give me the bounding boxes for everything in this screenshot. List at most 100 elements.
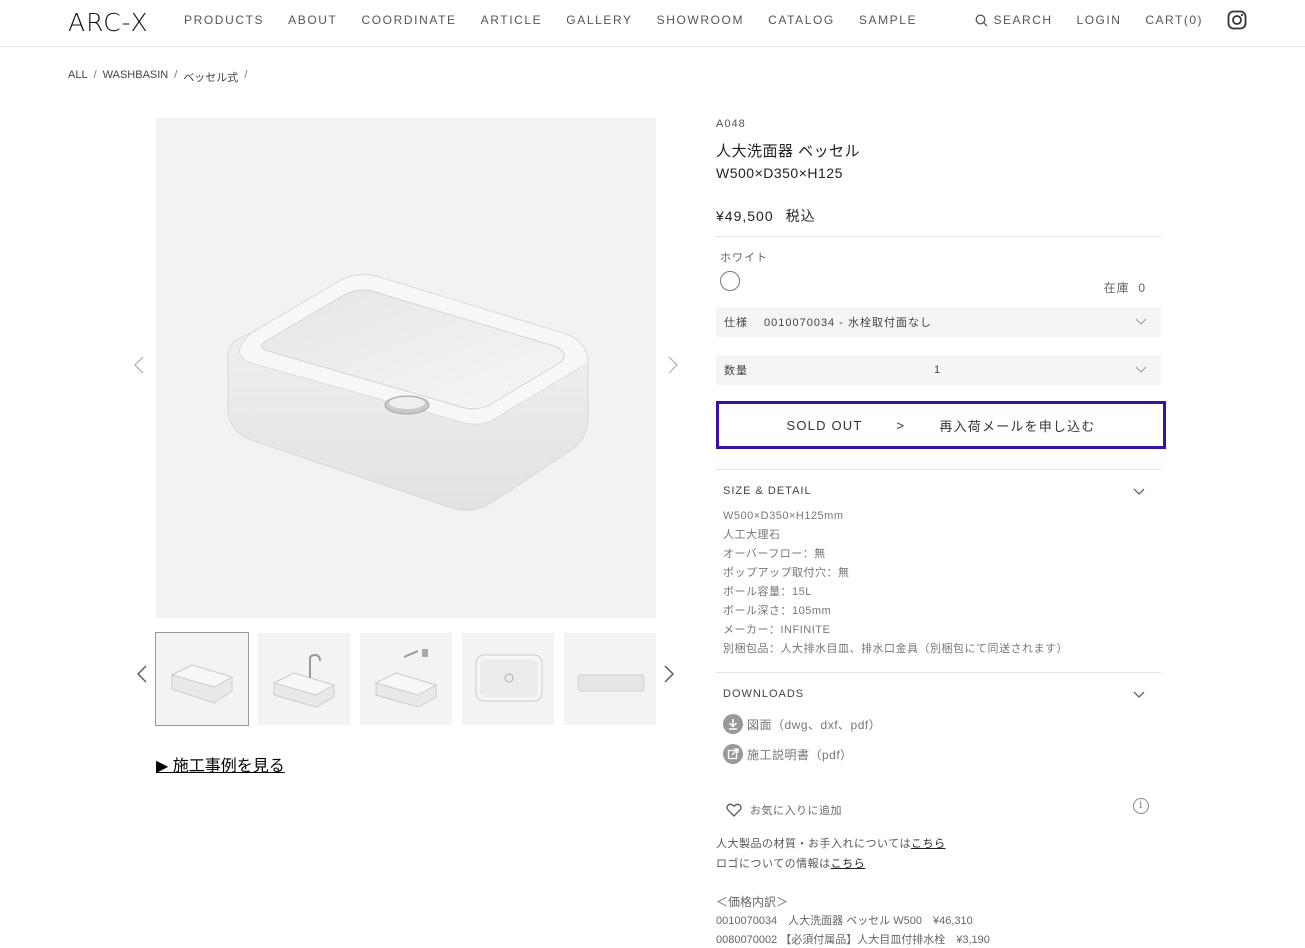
- logo-note: ロゴについての情報はこちら: [716, 854, 1161, 874]
- download-manual-label: 施工説明書（pdf）: [747, 747, 853, 762]
- search-label: SEARCH: [993, 13, 1053, 27]
- chevron-down-icon: [1135, 366, 1147, 373]
- detail-line: オーバーフロー：無: [723, 548, 826, 560]
- info-icon[interactable]: i: [1133, 798, 1149, 814]
- color-row: 在庫 0: [716, 271, 1161, 299]
- site-logo[interactable]: ARC-X: [68, 8, 149, 37]
- thumbnail-prev-arrow[interactable]: [137, 665, 147, 689]
- detail-line: 人工大理石: [723, 529, 781, 541]
- restock-notify-button[interactable]: SOLD OUT > 再入荷メールを申し込む: [716, 401, 1166, 449]
- site-header: ARC-X PRODUCTS ABOUT COORDINATE ARTICLE …: [0, 0, 1305, 47]
- logo-note-link[interactable]: こちら: [831, 858, 866, 870]
- nav-showroom[interactable]: SHOWROOM: [657, 13, 744, 27]
- downloads-toggle[interactable]: DOWNLOADS: [716, 688, 1161, 700]
- downloads-title: DOWNLOADS: [723, 688, 805, 700]
- stock-label: 在庫: [1103, 281, 1130, 295]
- material-note-text: 人大製品の材質・お手入れについては: [716, 838, 911, 850]
- product-main-image[interactable]: [156, 118, 656, 618]
- heart-icon: [726, 803, 742, 817]
- search-icon: [975, 14, 987, 26]
- search-button[interactable]: SEARCH: [975, 13, 1053, 27]
- spec-value: 0010070034 - 水栓取付面なし: [764, 317, 932, 329]
- stock-info: 在庫 0: [1104, 279, 1146, 296]
- size-detail-list: W500×D350×H125mm 人工大理石 オーバーフロー：無 ポップアップ取…: [716, 507, 1161, 659]
- add-favorite-button[interactable]: お気に入りに追加 i: [726, 798, 1161, 818]
- thumbnail-5[interactable]: [564, 633, 656, 725]
- nav-sample[interactable]: SAMPLE: [859, 13, 917, 27]
- washbasin-image: [227, 274, 589, 511]
- thumbnail-3[interactable]: [360, 633, 452, 725]
- breadcrumb-washbasin[interactable]: WASHBASIN: [103, 69, 169, 85]
- breadcrumb-all[interactable]: ALL: [68, 69, 88, 85]
- detail-line: メーカー：INFINITE: [723, 624, 831, 636]
- divider: [716, 672, 1161, 673]
- chevron-down-icon: [1133, 691, 1145, 698]
- header-utilities: SEARCH LOGIN CART(0): [975, 10, 1247, 30]
- price-breakdown-title: ＜価格内訳＞: [716, 895, 789, 909]
- instagram-icon[interactable]: [1227, 10, 1247, 30]
- breadcrumb-vessel[interactable]: ベッセル式: [183, 69, 238, 85]
- cart-link[interactable]: CART(0): [1145, 13, 1203, 27]
- arrow-label: >: [896, 417, 906, 433]
- spec-label: 仕様: [724, 317, 748, 329]
- logo-note-text: ロゴについての情報は: [716, 858, 831, 870]
- product-name: 人大洗面器 ベッセル: [716, 143, 861, 160]
- divider: [716, 236, 1161, 237]
- breadcrumb: ALL / WASHBASIN / ベッセル式 /: [68, 69, 247, 85]
- price-tax-label: 税込: [785, 208, 816, 224]
- download-drawing-link[interactable]: 図面（dwg、dxf、pdf）: [723, 714, 1161, 734]
- main-nav: PRODUCTS ABOUT COORDINATE ARTICLE GALLER…: [184, 13, 941, 27]
- main-image-prev-arrow[interactable]: [134, 356, 144, 380]
- thumbnail-4[interactable]: [462, 633, 554, 725]
- price-breakdown-row: 0010070034 人大洗面器 ベッセル W500 ¥46,310: [716, 915, 973, 927]
- detail-line: ボール深さ：105mm: [723, 605, 832, 617]
- material-note: 人大製品の材質・お手入れについてはこちら: [716, 834, 1161, 854]
- external-link-icon: [723, 744, 743, 764]
- product-size: W500×D350×H125: [716, 165, 843, 181]
- detail-line: W500×D350×H125mm: [723, 510, 844, 522]
- download-manual-link[interactable]: 施工説明書（pdf）: [723, 744, 1161, 764]
- thumbnail-1[interactable]: [155, 632, 249, 726]
- quantity-select[interactable]: 数量 1: [716, 355, 1161, 385]
- chevron-down-icon: [1135, 318, 1147, 325]
- nav-gallery[interactable]: GALLERY: [566, 13, 632, 27]
- material-note-link[interactable]: こちら: [911, 838, 946, 850]
- color-swatch-white[interactable]: [720, 271, 740, 291]
- stock-value: 0: [1138, 281, 1146, 295]
- size-detail-toggle[interactable]: SIZE & DETAIL: [716, 485, 1161, 497]
- product-code: A048: [716, 118, 746, 130]
- login-link[interactable]: LOGIN: [1077, 13, 1122, 27]
- download-icon: [723, 714, 743, 734]
- construction-cases-link[interactable]: ▶ 施工事例を見る: [156, 752, 285, 776]
- price-value: ¥49,500: [716, 208, 774, 224]
- thumbnail-next-arrow[interactable]: [664, 665, 674, 689]
- nav-coordinate[interactable]: COORDINATE: [361, 13, 456, 27]
- main-image-next-arrow[interactable]: [668, 356, 678, 380]
- color-label: ホワイト: [720, 252, 768, 264]
- product-price: ¥49,500 税込: [716, 206, 1161, 226]
- soldout-label: SOLD OUT: [786, 417, 863, 433]
- price-breakdown: ＜価格内訳＞ 0010070034 人大洗面器 ベッセル W500 ¥46,31…: [716, 893, 1161, 948]
- nav-about[interactable]: ABOUT: [288, 13, 337, 27]
- thumbnail-strip: [155, 632, 656, 726]
- nav-products[interactable]: PRODUCTS: [184, 13, 264, 27]
- detail-line: ボール容量：15L: [723, 586, 812, 598]
- download-drawing-label: 図面（dwg、dxf、pdf）: [747, 717, 882, 732]
- price-breakdown-row: 0080070002 【必須付属品】人大目皿付排水栓 ¥3,190: [716, 934, 990, 946]
- chevron-down-icon: [1133, 488, 1145, 495]
- breadcrumb-separator: /: [93, 69, 97, 81]
- restock-label: 再入荷メールを申し込む: [939, 418, 1096, 434]
- size-detail-title: SIZE & DETAIL: [723, 485, 812, 497]
- quantity-value: 1: [934, 364, 942, 376]
- quantity-label: 数量: [724, 365, 748, 377]
- detail-line: 別梱包品：人大排水目皿、排水口金具（別梱包にて同送されます）: [723, 643, 1068, 655]
- detail-line: ポップアップ取付穴：無: [723, 567, 850, 579]
- breadcrumb-separator: /: [244, 69, 248, 81]
- nav-catalog[interactable]: CATALOG: [768, 13, 835, 27]
- thumbnail-2[interactable]: [258, 633, 350, 725]
- spec-select[interactable]: 仕様 0010070034 - 水栓取付面なし: [716, 307, 1161, 337]
- add-favorite-label: お気に入りに追加: [750, 805, 842, 817]
- nav-article[interactable]: ARTICLE: [481, 13, 543, 27]
- product-info-panel: A048 人大洗面器 ベッセル W500×D350×H125 ¥49,500 税込…: [716, 118, 1166, 948]
- breadcrumb-separator: /: [174, 69, 178, 81]
